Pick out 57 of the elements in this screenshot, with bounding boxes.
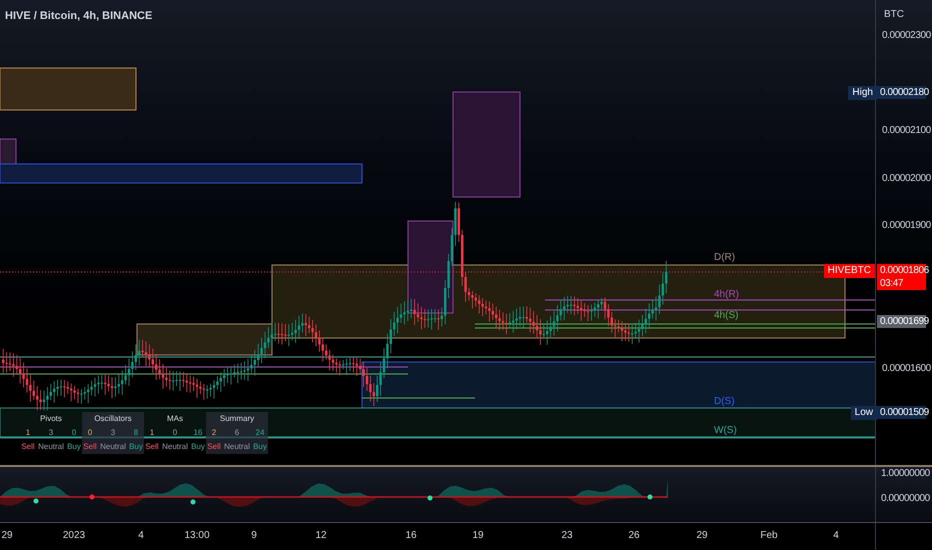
- marker-label: HIVEBTC: [824, 264, 875, 278]
- group-title: Pivots: [39, 413, 63, 425]
- signal-label: Buy: [67, 441, 81, 453]
- price-tick: 0.00002000: [882, 172, 931, 185]
- time-tick: 9: [251, 530, 257, 542]
- count-value: 1: [148, 427, 156, 439]
- time-tick: 16: [405, 530, 417, 542]
- marker-label: High: [848, 86, 877, 100]
- signal-label: Buy: [191, 441, 205, 453]
- signal-label: Buy: [129, 441, 143, 453]
- axis-unit: BTC: [884, 8, 904, 22]
- signal-label: Sell: [207, 441, 221, 453]
- oscillator-tick: 0.00000000: [881, 493, 930, 505]
- zone-label: 4h(R): [714, 289, 740, 301]
- time-tick: Feb: [760, 530, 778, 542]
- count-value: 2: [210, 427, 218, 439]
- signal-label: Sell: [21, 441, 35, 453]
- time-tick: 26: [628, 530, 640, 542]
- count-value: 3: [110, 427, 116, 439]
- signal-label: Neutral: [161, 441, 189, 453]
- price-tick: 0.00001600: [882, 363, 931, 376]
- signal-label: Buy: [253, 441, 267, 453]
- time-tick: 29: [696, 530, 708, 542]
- time-tick: 13:00: [184, 530, 210, 542]
- count-value: 0: [172, 427, 178, 439]
- count-value: 16: [192, 427, 204, 439]
- signal-label: Neutral: [37, 441, 65, 453]
- zone-label: 4h(S): [714, 310, 738, 322]
- time-tick: 12: [315, 530, 327, 542]
- time-tick: 4: [138, 530, 144, 542]
- time-tick: 19: [472, 530, 484, 542]
- count-value: 24: [254, 427, 266, 439]
- price-tick: 0.00002300: [882, 30, 931, 42]
- count-value: 0: [70, 427, 78, 439]
- group-title: MAs: [166, 413, 184, 425]
- group-title: Oscillators: [93, 413, 133, 425]
- time-tick: 23: [561, 530, 573, 542]
- zone-label: D(S): [714, 396, 735, 408]
- oscillator-tick: 1.00000000: [881, 468, 930, 480]
- signal-label: Sell: [145, 441, 159, 453]
- time-tick: 4: [833, 530, 839, 542]
- price-tick: 0.00002100: [882, 125, 931, 138]
- signal-label: Neutral: [99, 441, 127, 453]
- signal-label: Neutral: [223, 441, 251, 453]
- chart-title: HIVE / Bitcoin, 4h, BINANCE: [5, 9, 152, 24]
- price-tick: 0.00001900: [882, 220, 931, 232]
- time-tick: 29: [1, 530, 13, 542]
- group-title: Summary: [218, 413, 256, 425]
- count-value: 6: [234, 427, 240, 439]
- count-value: 1: [24, 427, 32, 439]
- signal-label: Sell: [83, 441, 97, 453]
- count-value: 0: [86, 427, 94, 439]
- zone-label: W(S): [714, 425, 737, 437]
- count-value: 3: [48, 427, 54, 439]
- count-value: 8: [132, 427, 140, 439]
- time-tick: 2023: [62, 530, 86, 542]
- zone-label: D(R): [714, 252, 736, 264]
